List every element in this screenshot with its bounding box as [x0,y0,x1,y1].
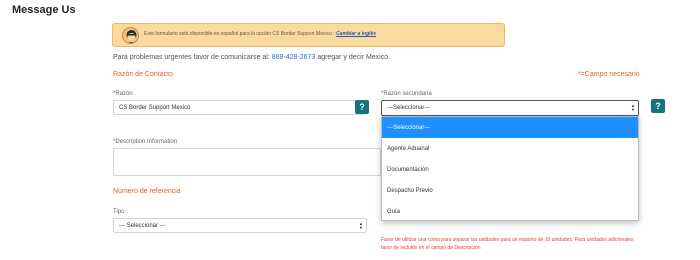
phone-number-link[interactable]: 888-428-2673 [272,54,316,61]
reason-help-button[interactable]: ? [355,100,369,114]
reason-label: *Razón [113,91,133,97]
dropdown-option[interactable]: Documentación [382,159,638,180]
agent-avatar-icon [122,27,139,44]
urgent-contact-line: Para problemas urgentes favor de comunic… [113,54,390,61]
urgent-suffix: agregar y decir Mexico. [317,54,391,61]
banner-message: Este formulario está disponible en españ… [144,31,335,37]
description-label: *Description Information [113,139,178,145]
secondary-reason-label: *Razón secundaria [381,91,432,97]
page-title: Message Us [12,4,76,16]
reference-number-heading: Numero de referencia [113,188,181,195]
reason-select-value: CS Border Support Mexico [119,104,191,111]
language-banner: Este formulario está disponible en españ… [112,23,505,47]
tipo-label: Tipo : [113,209,128,215]
secondary-reason-select[interactable]: ---Seleccionar--- ▲ ▼ [381,100,639,116]
dropdown-option[interactable]: Despacho Previo [382,180,638,201]
required-field-note: *=Campo necesario [578,71,640,78]
dropdown-option[interactable]: ---Seleccionar--- [382,117,638,138]
dropdown-option[interactable]: Guía [382,201,638,222]
switch-language-link[interactable]: Cambiar a inglés [336,31,376,37]
secondary-reason-help-button[interactable]: ? [651,99,665,113]
tipo-select-value: --- Seleccionar --- [119,222,166,229]
tipo-select[interactable]: --- Seleccionar --- ▲ ▼ [113,218,367,233]
dropdown-option[interactable]: Agente Aduanal [382,138,638,159]
reference-hint-text: Favor de utilizar una coma para separar … [381,237,634,251]
secondary-reason-select-value: ---Seleccionar--- [387,105,431,111]
description-textarea[interactable] [113,148,381,176]
select-arrows-icon: ▲▼ [631,103,635,112]
reason-select[interactable]: CS Border Support Mexico ▲▼ [113,100,364,115]
contact-reason-heading: Razón de Contacto [113,71,173,78]
select-arrows-icon: ▲▼ [359,220,363,230]
secondary-reason-dropdown: ---Seleccionar--- Agente Aduanal Documen… [381,116,639,221]
urgent-prefix: Para problemas urgentes favor de comunic… [113,54,270,61]
